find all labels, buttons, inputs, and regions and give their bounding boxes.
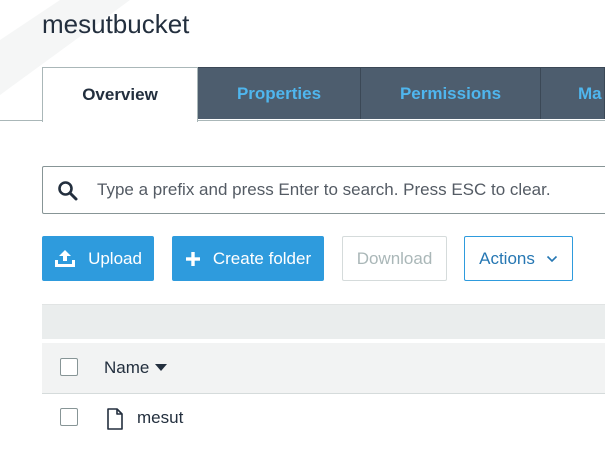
- chevron-down-icon: [546, 255, 558, 263]
- create-folder-label: Create folder: [212, 248, 312, 268]
- column-header-label: Name: [104, 358, 150, 377]
- search-icon: [57, 180, 79, 207]
- select-all-checkbox[interactable]: [60, 358, 78, 376]
- search-box[interactable]: [42, 166, 605, 214]
- row-checkbox[interactable]: [60, 408, 78, 426]
- column-header-name[interactable]: Name: [104, 358, 168, 378]
- table-header: Name: [42, 343, 605, 394]
- download-label: Download: [356, 248, 433, 268]
- actions-dropdown[interactable]: Actions: [464, 236, 573, 281]
- create-folder-button[interactable]: Create folder: [172, 236, 324, 281]
- tab-label: Properties: [236, 83, 322, 103]
- tab-label: Overview: [82, 85, 158, 104]
- file-name-link[interactable]: mesut: [137, 408, 183, 428]
- file-icon: [106, 408, 124, 435]
- tab-permissions[interactable]: Permissions: [360, 67, 541, 119]
- upload-icon: [54, 249, 76, 269]
- table-toolbar: [42, 304, 605, 339]
- tab-label: Ma: [578, 83, 602, 103]
- tab-management[interactable]: Ma: [540, 67, 605, 119]
- upload-button[interactable]: Upload: [42, 236, 154, 281]
- tab-properties[interactable]: Properties: [197, 67, 361, 119]
- tab-label: Permissions: [399, 83, 502, 103]
- search-input[interactable]: [97, 167, 605, 213]
- page-title: mesutbucket: [42, 9, 190, 39]
- actions-label: Actions: [479, 248, 535, 268]
- plus-icon: [185, 251, 201, 267]
- tab-overview[interactable]: Overview: [42, 67, 198, 122]
- table-row[interactable]: mesut: [42, 395, 605, 441]
- tab-bar: Overview Properties Permissions Ma: [0, 67, 605, 123]
- upload-label: Upload: [88, 248, 142, 268]
- sort-down-icon: [155, 364, 168, 372]
- download-button[interactable]: Download: [342, 236, 447, 281]
